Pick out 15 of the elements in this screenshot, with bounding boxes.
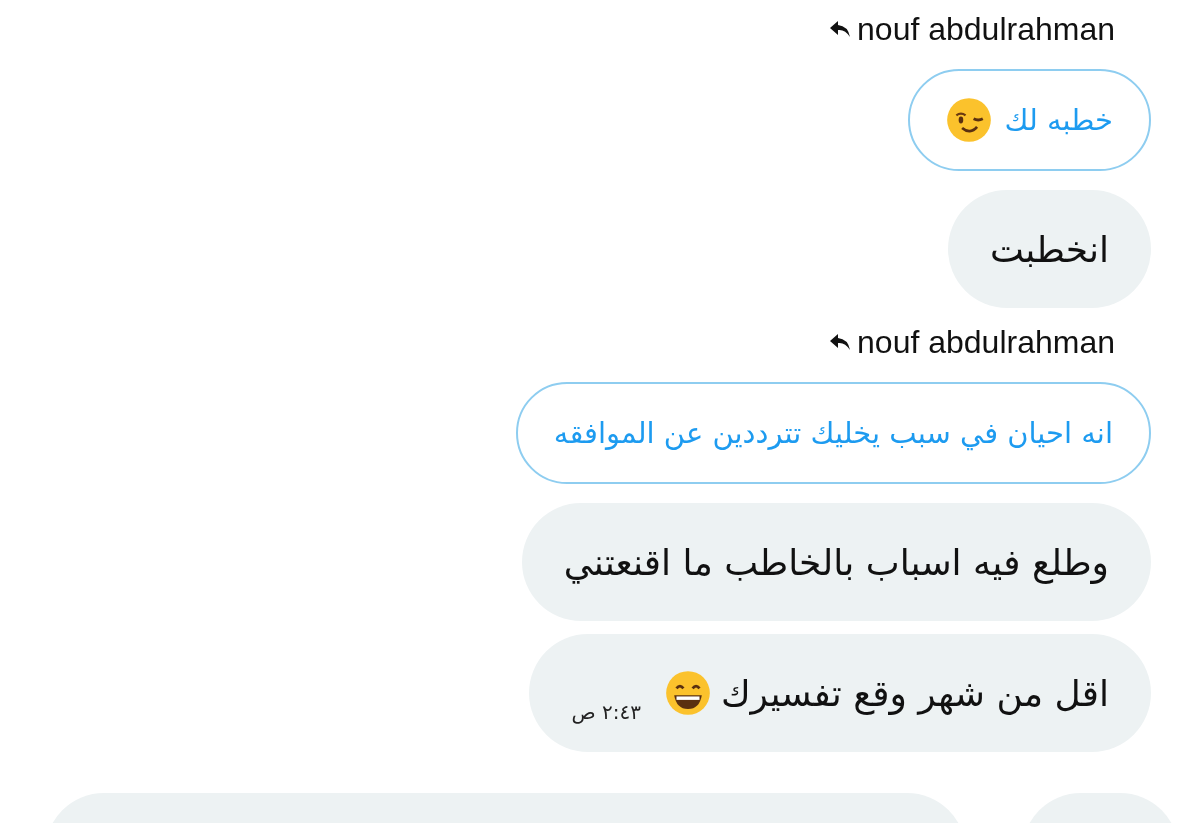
message-time: ٢:٤٣ ص: [571, 700, 641, 724]
message-text: اقل من شهر وقع تفسيرك: [720, 672, 1109, 714]
reply-sender-name: nouf abdulrahman: [857, 323, 1115, 361]
reply-sender-name: nouf abdulrahman: [857, 10, 1115, 48]
message-text: انخطبت: [990, 228, 1109, 270]
quoted-text: انه احيان في سبب يخليك تترددين عن الموافقه: [553, 416, 1113, 450]
winking-face-icon: [946, 97, 993, 143]
grinning-face-icon: [664, 670, 711, 716]
message-bubble[interactable]: انخطبت: [948, 190, 1151, 308]
message-text: وطلع فيه اسباب بالخاطب ما اقنعتني: [563, 541, 1109, 583]
message-bubble[interactable]: اقل من شهر وقع تفسيرك ٢:٤٣ ص: [529, 634, 1151, 752]
reply-icon: [829, 19, 852, 39]
quoted-text: خطبه لك: [1004, 103, 1113, 137]
message-bubble[interactable]: وطلع فيه اسباب بالخاطب ما اقنعتني: [521, 503, 1151, 621]
reply-icon: [829, 332, 852, 352]
